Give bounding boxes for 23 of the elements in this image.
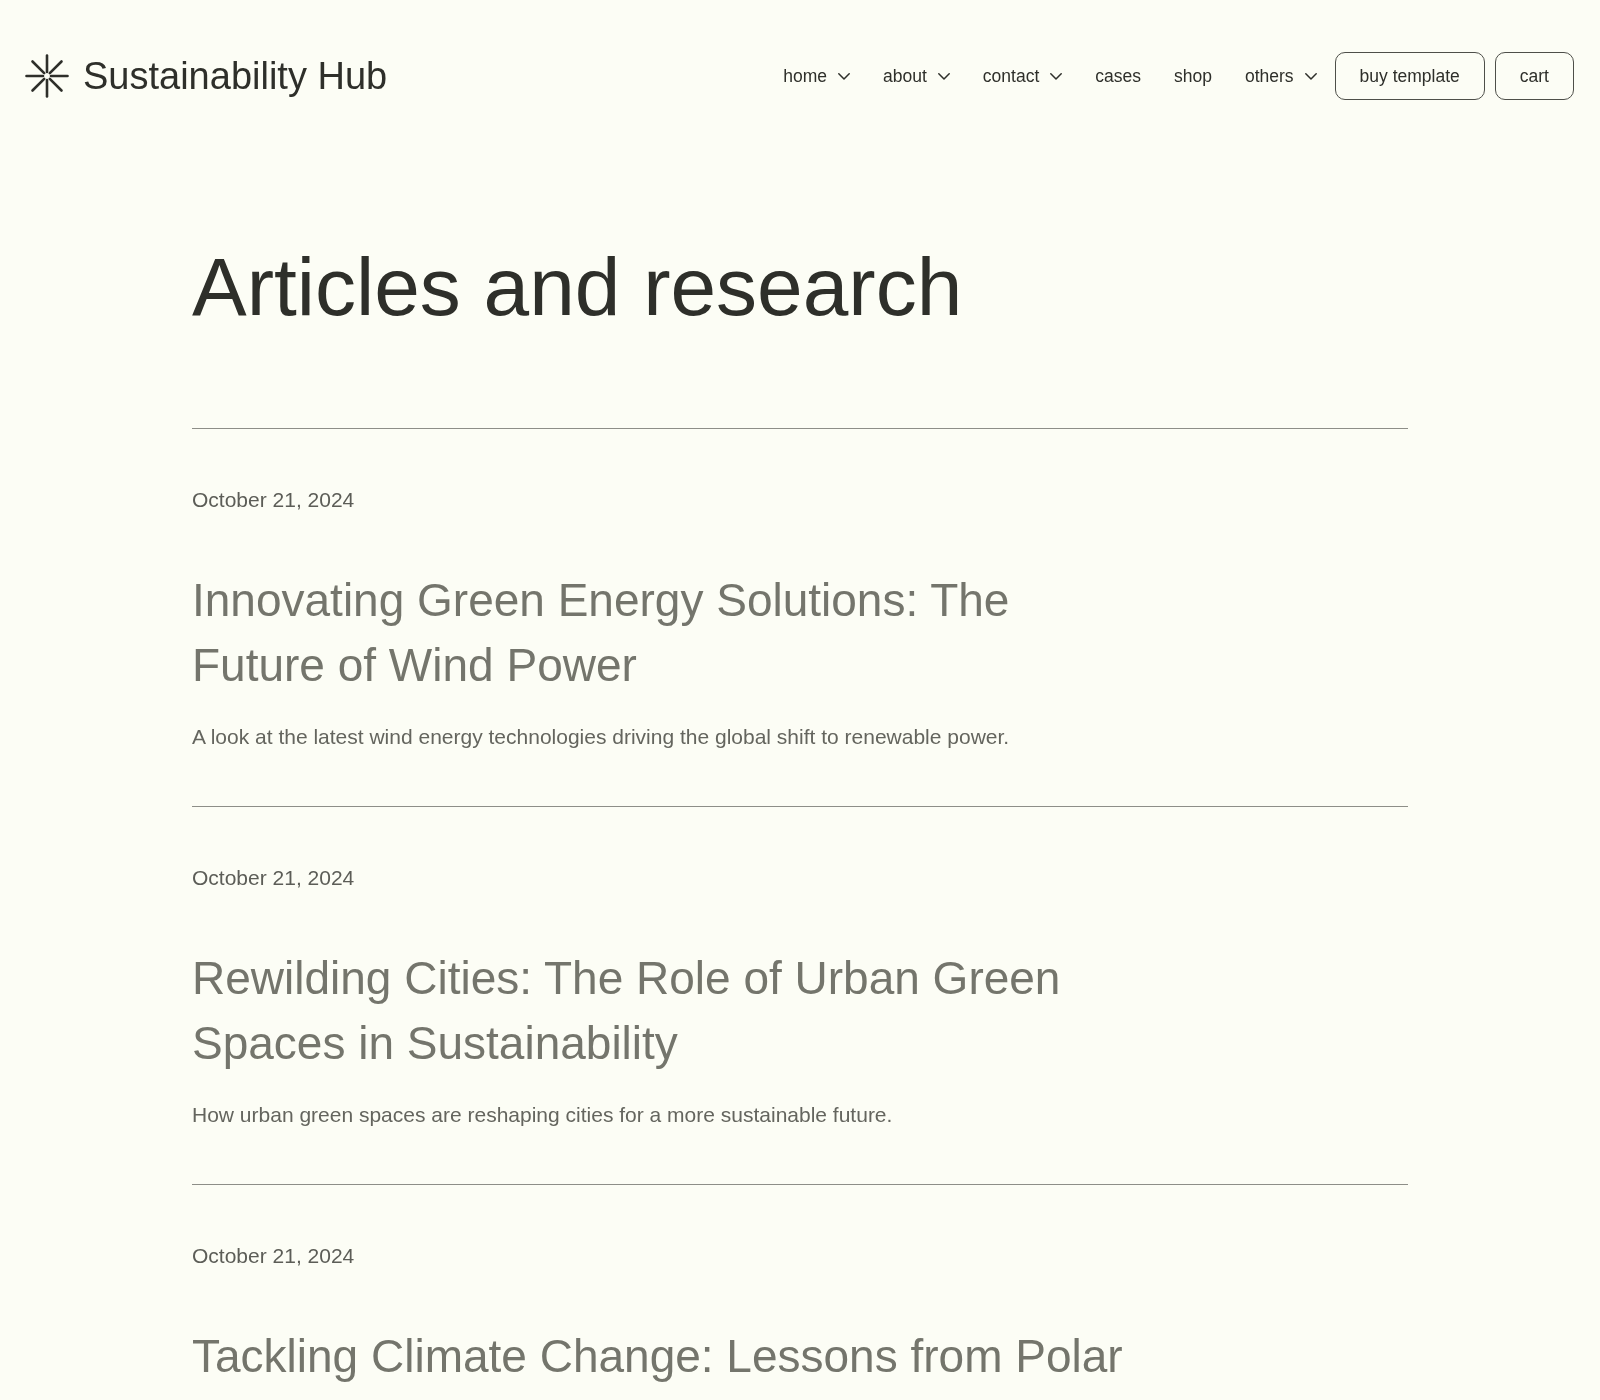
nav-dropdown[interactable]: about bbox=[883, 65, 950, 87]
chevron-down-icon bbox=[1304, 72, 1317, 80]
nav-button[interactable]: cart bbox=[1494, 52, 1574, 100]
chevron-down-icon bbox=[937, 72, 950, 80]
article-date: October 21, 2024 bbox=[192, 866, 355, 890]
chevron-down-icon bbox=[838, 72, 851, 80]
article-date: October 21, 2024 bbox=[192, 488, 355, 512]
article-title[interactable]: Tackling Climate Change: Lessons from Polar bbox=[192, 1324, 1137, 1389]
chevron-down-icon bbox=[1050, 72, 1063, 80]
nav-link[interactable]: shop bbox=[1174, 65, 1212, 87]
asterisk-icon bbox=[25, 54, 69, 98]
article-date: October 21, 2024 bbox=[192, 1244, 355, 1268]
article-summary: A look at the latest wind energy technologies driving the global shift to renewable power. bbox=[192, 724, 1011, 750]
nav-dropdown[interactable]: contact bbox=[982, 65, 1063, 87]
article-title[interactable]: Innovating Green Energy Solutions: The Future of Wind Power bbox=[192, 568, 1137, 698]
page-title: Articles and research bbox=[192, 246, 964, 328]
site-name[interactable]: Sustainability Hub bbox=[83, 54, 388, 98]
nav-link[interactable]: cases bbox=[1095, 65, 1141, 87]
nav-button[interactable]: buy template bbox=[1334, 52, 1485, 100]
nav-dropdown[interactable]: home bbox=[783, 65, 851, 87]
article-summary: How urban green spaces are reshaping cities for a more sustainable future. bbox=[192, 1102, 894, 1128]
article-title[interactable]: Rewilding Cities: The Role of Urban Green Spaces in Sustainability bbox=[192, 946, 1137, 1076]
nav-dropdown[interactable]: others bbox=[1244, 65, 1317, 87]
